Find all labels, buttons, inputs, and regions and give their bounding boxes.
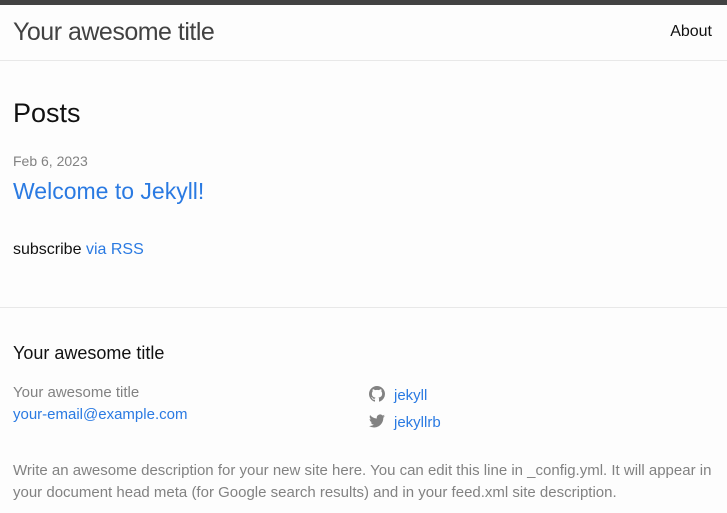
github-link[interactable]: jekyll — [394, 386, 427, 406]
nav-link-about[interactable]: About — [670, 22, 712, 42]
social-media-list: jekyll jekyllrb — [369, 380, 441, 434]
page-heading: Posts — [13, 98, 81, 128]
twitter-link[interactable]: jekyllrb — [394, 413, 441, 433]
rss-prefix: subscribe — [13, 241, 82, 258]
github-icon — [369, 385, 385, 402]
footer-email-link[interactable]: your-email@example.com — [13, 404, 187, 426]
post-date: Feb 6, 2023 — [13, 153, 88, 169]
site-footer: Your awesome title Your awesome title yo… — [0, 307, 727, 513]
twitter-icon — [369, 414, 385, 427]
rss-link[interactable]: via RSS — [86, 241, 144, 258]
social-item-github: jekyll — [369, 380, 441, 407]
social-item-twitter: jekyllrb — [369, 407, 441, 434]
site-title-link[interactable]: Your awesome title — [13, 18, 215, 46]
site-description: Write an awesome description for your ne… — [13, 462, 712, 501]
rss-subscribe: subscribe via RSS — [13, 240, 144, 260]
footer-contact: Your awesome title your-email@example.co… — [13, 382, 187, 426]
site-header: Your awesome title About — [0, 5, 727, 61]
post-title-link[interactable]: Welcome to Jekyll! — [13, 176, 204, 206]
footer-heading: Your awesome title — [13, 343, 165, 363]
footer-name: Your awesome title — [13, 384, 140, 401]
